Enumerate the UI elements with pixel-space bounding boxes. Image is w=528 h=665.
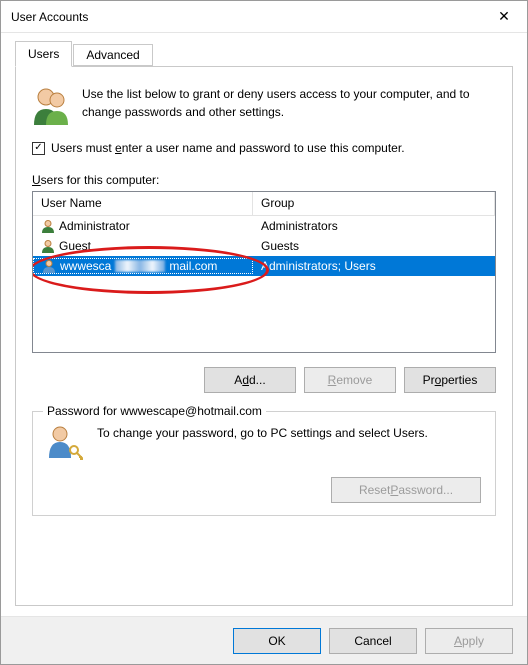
- col-user-name[interactable]: User Name: [33, 192, 253, 215]
- dialog-content: Users Advanced Use the list below to gra…: [1, 33, 527, 616]
- apply-button: Apply: [425, 628, 513, 654]
- intro-row: Use the list below to grant or deny user…: [32, 85, 496, 125]
- cell-group: Administrators: [253, 219, 495, 233]
- cell-username: Guest: [59, 239, 91, 253]
- reset-password-button: Reset Password...: [331, 477, 481, 503]
- list-row-current-user[interactable]: wwwesca mail.com Administrators; Users: [33, 256, 495, 276]
- user-icon: [42, 259, 56, 273]
- user-icon: [41, 219, 55, 233]
- tab-panel-users: Use the list below to grant or deny user…: [15, 66, 513, 606]
- list-row-administrator[interactable]: Administrator Administrators: [33, 216, 495, 236]
- cell-username-suffix: mail.com: [169, 259, 217, 273]
- remove-button: Remove: [304, 367, 396, 393]
- cell-group: Guests: [253, 239, 495, 253]
- users-listview[interactable]: User Name Group Administrator Administra…: [32, 191, 496, 353]
- cell-username-prefix: wwwesca: [60, 259, 111, 273]
- add-button[interactable]: Add...: [204, 367, 296, 393]
- checkbox-label: Users must enter a user name and passwor…: [51, 141, 405, 155]
- password-legend: Password for wwwescape@hotmail.com: [43, 404, 266, 418]
- users-icon: [32, 85, 68, 125]
- intro-text: Use the list below to grant or deny user…: [82, 85, 496, 125]
- list-row-guest[interactable]: Guest Guests: [33, 236, 495, 256]
- checkbox-icon: ✓: [32, 142, 45, 155]
- require-login-checkbox[interactable]: ✓ Users must enter a user name and passw…: [32, 141, 496, 155]
- close-button[interactable]: ✕: [481, 2, 527, 32]
- tab-users[interactable]: Users: [15, 41, 72, 67]
- tab-advanced[interactable]: Advanced: [73, 44, 152, 66]
- col-group[interactable]: Group: [253, 192, 495, 215]
- properties-button[interactable]: Properties: [404, 367, 496, 393]
- key-icon: [47, 424, 83, 463]
- user-accounts-dialog: User Accounts ✕ Users Advanced Use the l: [0, 0, 528, 665]
- password-groupbox: Password for wwwescape@hotmail.com To ch…: [32, 411, 496, 516]
- list-body: Administrator Administrators Guest Guest…: [33, 216, 495, 276]
- titlebar: User Accounts ✕: [1, 1, 527, 33]
- password-text: To change your password, go to PC settin…: [97, 424, 481, 442]
- user-icon: [41, 239, 55, 253]
- ok-button[interactable]: OK: [233, 628, 321, 654]
- list-headers: User Name Group: [33, 192, 495, 216]
- tab-strip: Users Advanced: [15, 41, 513, 66]
- cancel-button[interactable]: Cancel: [329, 628, 417, 654]
- close-icon: ✕: [498, 8, 510, 25]
- cell-username: Administrator: [59, 219, 130, 233]
- censored-region: [115, 260, 165, 272]
- window-title: User Accounts: [11, 10, 88, 24]
- cell-group: Administrators; Users: [253, 259, 495, 273]
- list-button-row: Add... Remove Properties: [32, 367, 496, 393]
- dialog-footer: OK Cancel Apply: [1, 616, 527, 664]
- list-label: Users for this computer:: [32, 173, 496, 187]
